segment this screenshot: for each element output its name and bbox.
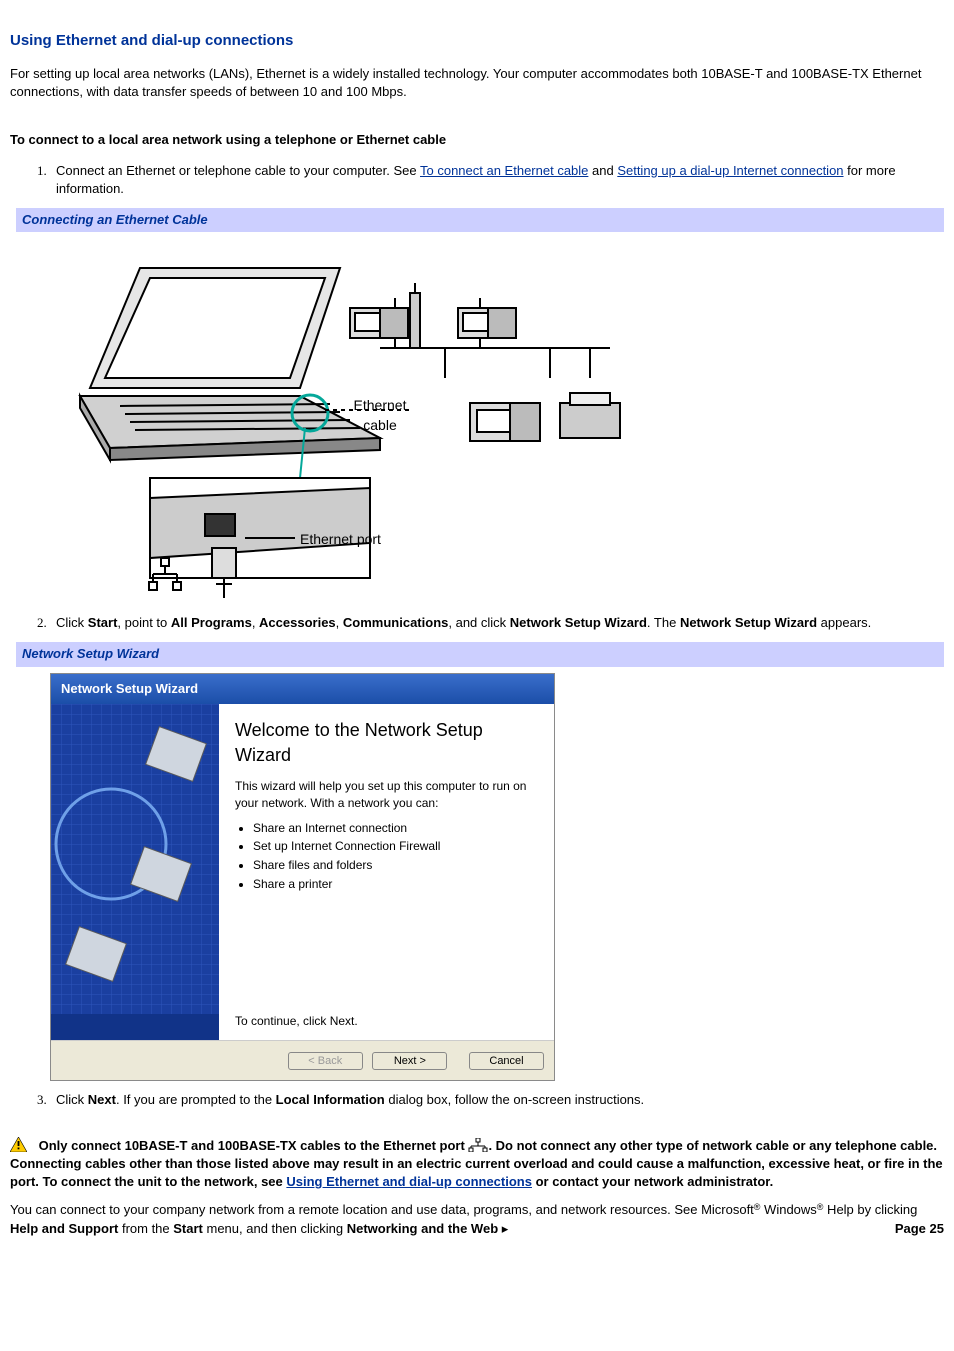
wizard-bullet: Share a printer xyxy=(253,876,538,893)
step-2: Click Start, point to All Programs, Acce… xyxy=(50,614,944,632)
b-networking-web: Networking and the Web xyxy=(347,1221,498,1236)
subheading-connect-lan: To connect to a local area network using… xyxy=(10,131,944,149)
b-local-information: Local Information xyxy=(276,1092,385,1107)
ethernet-port-icon xyxy=(468,1138,488,1152)
warning-text-post2: or contact your network administrator. xyxy=(532,1174,773,1189)
page-title: Using Ethernet and dial-up connections xyxy=(10,30,944,51)
label-ethernet-cable-1: Ethernet xyxy=(354,397,407,413)
intro-paragraph: For setting up local area networks (LANs… xyxy=(10,65,944,101)
b-accessories: Accessories xyxy=(259,615,336,630)
t: from the xyxy=(118,1221,173,1236)
t: appears. xyxy=(817,615,871,630)
t: Click xyxy=(56,1092,88,1107)
t: dialog box, follow the on-screen instruc… xyxy=(385,1092,644,1107)
t: ▸ xyxy=(498,1221,508,1236)
link-using-ethernet-dialup[interactable]: Using Ethernet and dial-up connections xyxy=(286,1174,532,1189)
wizard-titlebar: Network Setup Wizard xyxy=(51,674,554,704)
t: Help by clicking xyxy=(823,1202,917,1217)
t: Click xyxy=(56,615,88,630)
b-start: Start xyxy=(88,615,118,630)
t: You can connect to your company network … xyxy=(10,1202,754,1217)
wizard-back-button: < Back xyxy=(288,1052,363,1070)
label-ethernet-cable-2: cable xyxy=(363,417,396,433)
step1-text-mid: and xyxy=(588,163,617,178)
t: Windows xyxy=(760,1202,816,1217)
step-3: Click Next. If you are prompted to the L… xyxy=(50,1091,944,1109)
step1-text-pre: Connect an Ethernet or telephone cable t… xyxy=(56,163,420,178)
page-number: Page 25 xyxy=(895,1220,944,1238)
figure-title-network-setup-wizard: Network Setup Wizard xyxy=(10,642,944,666)
b-start-menu: Start xyxy=(173,1221,203,1236)
link-setting-up-dialup[interactable]: Setting up a dial-up Internet connection xyxy=(617,163,843,178)
b-network-setup-wizard: Network Setup Wizard xyxy=(510,615,647,630)
wizard-side-graphic xyxy=(51,704,219,1040)
t: , xyxy=(252,615,259,630)
t: . The xyxy=(647,615,680,630)
warning-block: Only connect 10BASE-T and 100BASE-TX cab… xyxy=(10,1137,944,1192)
closing-paragraph: You can connect to your company network … xyxy=(10,1201,944,1237)
t: , point to xyxy=(117,615,170,630)
b-help-support: Help and Support xyxy=(10,1221,118,1236)
t: , and click xyxy=(448,615,509,630)
t: , xyxy=(336,615,343,630)
wizard-desc: This wizard will help you set up this co… xyxy=(235,778,538,812)
t: . If you are prompted to the xyxy=(116,1092,276,1107)
wizard-cancel-button[interactable]: Cancel xyxy=(469,1052,544,1070)
b-communications: Communications xyxy=(343,615,448,630)
wizard-bullet: Set up Internet Connection Firewall xyxy=(253,838,538,855)
b-next: Next xyxy=(88,1092,116,1107)
warning-icon xyxy=(10,1137,27,1152)
link-connect-ethernet-cable[interactable]: To connect an Ethernet cable xyxy=(420,163,588,178)
network-setup-wizard-window: Network Setup Wizard xyxy=(50,673,555,1081)
wizard-next-button[interactable]: Next > xyxy=(372,1052,447,1070)
figure-title-ethernet-cable: Connecting an Ethernet Cable xyxy=(10,208,944,232)
b-all-programs: All Programs xyxy=(171,615,252,630)
t: menu, and then clicking xyxy=(203,1221,347,1236)
warning-text-pre: Only connect 10BASE-T and 100BASE-TX cab… xyxy=(39,1138,469,1153)
wizard-bullet: Share an Internet connection xyxy=(253,820,538,837)
wizard-heading: Welcome to the Network Setup Wizard xyxy=(235,718,538,768)
wizard-bullet: Share files and folders xyxy=(253,857,538,874)
wizard-continue-text: To continue, click Next. xyxy=(235,1013,538,1030)
ethernet-diagram: Ethernet cable Ethernet port xyxy=(50,238,642,604)
step-1: Connect an Ethernet or telephone cable t… xyxy=(50,162,944,198)
label-ethernet-port: Ethernet port xyxy=(300,530,381,550)
b-nsw2: Network Setup Wizard xyxy=(680,615,817,630)
